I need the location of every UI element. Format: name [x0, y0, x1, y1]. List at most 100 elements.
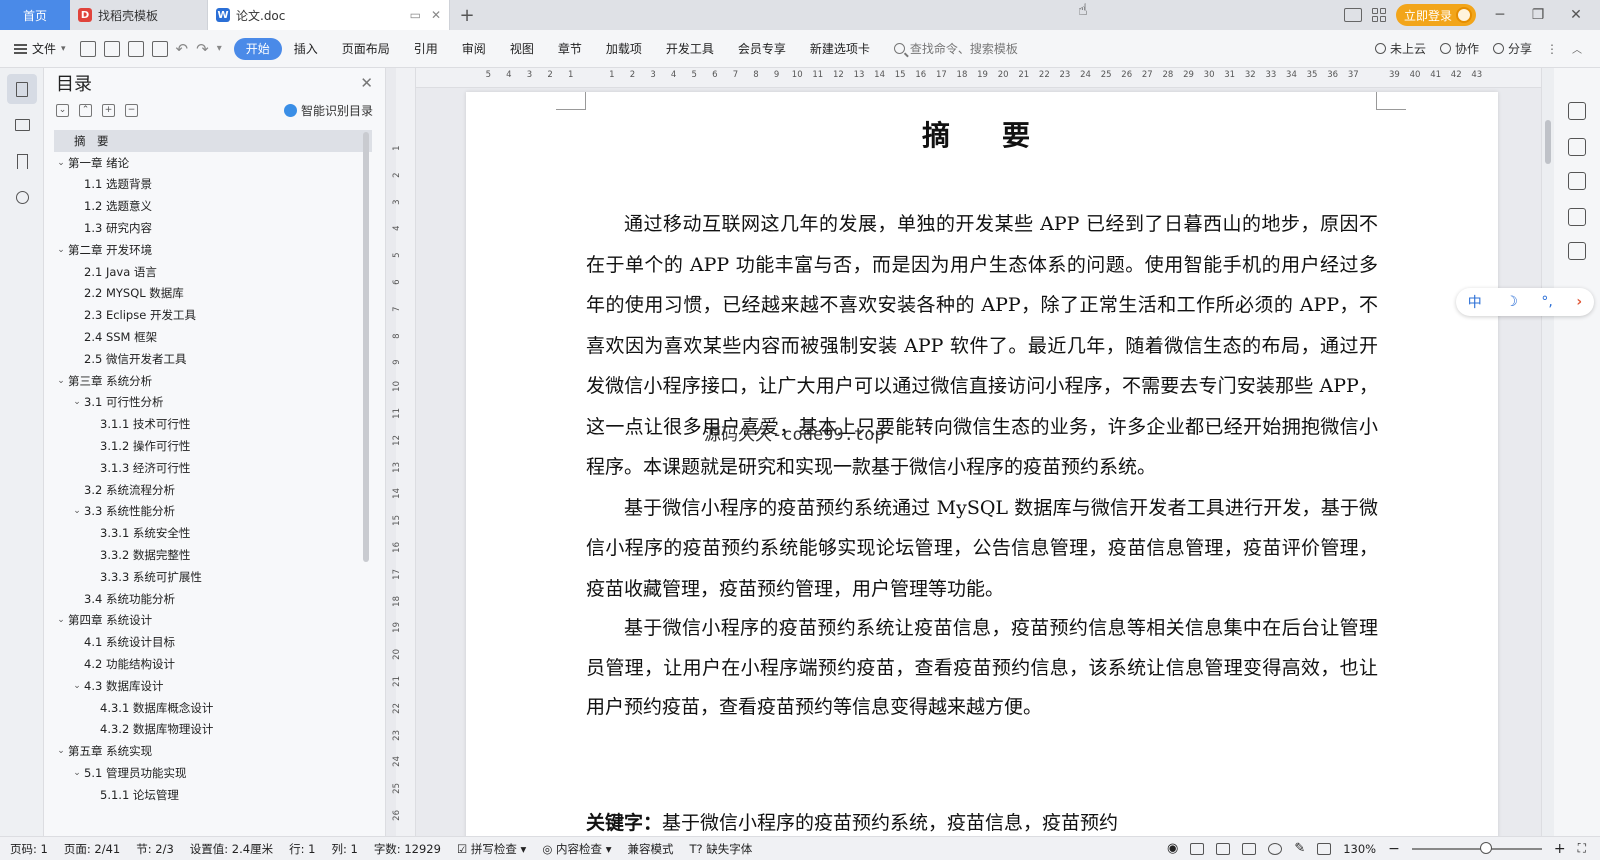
status-setting[interactable]: 设置值: 2.4厘米: [190, 841, 273, 857]
toc-item[interactable]: 3.1.3 经济可行性: [54, 457, 372, 479]
tab-review[interactable]: 审阅: [450, 38, 498, 60]
navigation-panel-button[interactable]: [7, 110, 37, 140]
content-check-button[interactable]: ◎ 内容检查 ▾: [542, 841, 611, 857]
chevron-down-icon[interactable]: ⌄: [70, 397, 84, 407]
expand-all-icon[interactable]: ⌄: [56, 103, 69, 117]
reading-view-icon[interactable]: [1242, 842, 1257, 855]
toc-item[interactable]: ⌄ 5.1 管理员功能实现: [54, 762, 372, 784]
tab-view[interactable]: 视图: [498, 38, 546, 60]
zoom-out-icon[interactable]: −: [1388, 841, 1400, 857]
pin-tab-icon[interactable]: ▭: [410, 8, 421, 22]
translate-icon[interactable]: [1568, 242, 1586, 260]
moon-icon[interactable]: ☽: [1505, 294, 1518, 310]
page-view-icon[interactable]: [1190, 842, 1205, 855]
toc-item[interactable]: 1.1 选题背景: [54, 174, 372, 196]
fullscreen-icon[interactable]: ⛶: [1578, 841, 1586, 856]
collapse-all-icon[interactable]: ⌃: [79, 103, 92, 117]
status-page[interactable]: 页面: 2/41: [64, 841, 120, 857]
tab-home-ribbon[interactable]: 开始: [233, 37, 282, 60]
toc-item[interactable]: 4.3.1 数据库概念设计: [54, 697, 372, 719]
abstract-body[interactable]: 通过移动互联网这几年的发展，单独的开发某些 APP 已经到了日暮西山的地步，原因…: [586, 204, 1378, 728]
chevron-down-icon[interactable]: ⌄: [54, 245, 68, 255]
toc-item[interactable]: 3.3.1 系统安全性: [54, 522, 372, 544]
toc-item[interactable]: ⌄ 3.1 可行性分析: [54, 392, 372, 414]
toc-panel-button[interactable]: [7, 74, 37, 104]
undo-icon[interactable]: ↶: [176, 40, 189, 58]
export-pdf-icon[interactable]: [103, 40, 120, 57]
status-word-count[interactable]: 字数: 12929: [374, 841, 441, 857]
toc-item[interactable]: 4.2 功能结构设计: [54, 653, 372, 675]
print-icon[interactable]: [127, 40, 144, 57]
chevron-down-icon[interactable]: ⌄: [70, 506, 84, 516]
fit-page-icon[interactable]: [1317, 842, 1332, 855]
restore-icon[interactable]: ❐: [1524, 7, 1552, 23]
more-options-icon[interactable]: ⋮: [1546, 42, 1558, 56]
ime-expand-icon[interactable]: ›: [1576, 294, 1582, 310]
horizontal-ruler[interactable]: 5 4 3 2 1 1 2 3 4 5 6 7 8 9 10 11 12 13 14 15 16 17 18 19 20 21 22…: [416, 68, 1541, 88]
status-col[interactable]: 列: 1: [331, 841, 357, 857]
bookmark-panel-button[interactable]: [7, 146, 37, 176]
save-icon[interactable]: [79, 40, 96, 57]
tab-new[interactable]: 新建选项卡: [798, 38, 882, 60]
toc-item[interactable]: 2.3 Eclipse 开发工具: [54, 304, 372, 326]
zoom-level[interactable]: 130%: [1343, 842, 1376, 856]
ime-language-toggle[interactable]: 中: [1468, 292, 1482, 312]
status-section[interactable]: 节: 2/3: [136, 841, 174, 857]
chevron-down-icon[interactable]: ⌄: [54, 158, 68, 168]
document-canvas[interactable]: 摘 要 通过移动互联网这几年的发展，单独的开发某些 APP 已经到了日暮西山的地…: [416, 88, 1541, 836]
outline-view-icon[interactable]: [1216, 842, 1231, 855]
print-preview-icon[interactable]: [151, 40, 168, 57]
toc-item[interactable]: 2.4 SSM 框架: [54, 326, 372, 348]
chevron-down-icon[interactable]: ⌄: [54, 615, 68, 625]
tab-section[interactable]: 章节: [546, 38, 594, 60]
tab-developer[interactable]: 开发工具: [654, 38, 726, 60]
toc-item[interactable]: ⌄ 第四章 系统设计: [54, 610, 372, 632]
web-view-icon[interactable]: [1268, 842, 1283, 855]
toc-item[interactable]: ⌄ 第一章 绪论: [54, 152, 372, 174]
toc-item[interactable]: 2.1 Java 语言: [54, 261, 372, 283]
minimize-icon[interactable]: ─: [1486, 7, 1514, 23]
image-tool-icon[interactable]: [1568, 208, 1586, 226]
toc-item[interactable]: ⌄ 4.3 数据库设计: [54, 675, 372, 697]
toc-item[interactable]: 3.1.1 技术可行性: [54, 413, 372, 435]
scrollbar-thumb[interactable]: [1545, 120, 1551, 164]
smart-toc-button[interactable]: 智能识别目录: [283, 102, 373, 119]
zoom-slider[interactable]: [1411, 841, 1542, 854]
tab-template[interactable]: D 找稻壳模板: [70, 0, 208, 30]
properties-icon[interactable]: [1568, 172, 1586, 190]
toc-item[interactable]: 4.3.2 数据库物理设计: [54, 719, 372, 741]
toc-item[interactable]: 摘 要: [54, 130, 372, 152]
tab-document[interactable]: W 论文.doc ▭ ✕: [208, 0, 450, 30]
close-icon[interactable]: ✕: [360, 74, 373, 92]
add-heading-icon[interactable]: +: [102, 103, 115, 117]
toc-item[interactable]: 3.3.3 系统可扩展性: [54, 566, 372, 588]
toc-item[interactable]: 3.2 系统流程分析: [54, 479, 372, 501]
document-scrollbar[interactable]: [1542, 68, 1554, 836]
command-search[interactable]: 查找命令、搜索模板: [893, 40, 1018, 57]
tab-member[interactable]: 会员专享: [726, 38, 798, 60]
share-button[interactable]: 分享: [1492, 40, 1532, 57]
tab-references[interactable]: 引用: [402, 38, 450, 60]
toc-item[interactable]: 4.1 系统设计目标: [54, 631, 372, 653]
collapse-ribbon-icon[interactable]: ︿: [1572, 41, 1582, 56]
chevron-down-icon[interactable]: ⌄: [54, 746, 68, 756]
toc-item[interactable]: ⌄ 3.3 系统性能分析: [54, 501, 372, 523]
close-window-icon[interactable]: ✕: [1562, 7, 1590, 23]
eye-protection-icon[interactable]: ◉: [1167, 841, 1178, 856]
status-row[interactable]: 行: 1: [289, 841, 315, 857]
chevron-down-icon[interactable]: ⌄: [54, 376, 68, 386]
punctuation-icon[interactable]: °,: [1541, 294, 1552, 310]
status-page-number[interactable]: 页码: 1: [10, 841, 48, 857]
toc-item[interactable]: 2.2 MYSQL 数据库: [54, 283, 372, 305]
home-tab[interactable]: 首页: [0, 0, 70, 30]
close-tab-icon[interactable]: ✕: [431, 8, 441, 22]
find-panel-button[interactable]: [7, 182, 37, 212]
toc-scrollbar[interactable]: [363, 132, 369, 562]
toc-item[interactable]: 1.2 选题意义: [54, 195, 372, 217]
layout-icon[interactable]: [1343, 8, 1362, 22]
document-page[interactable]: 摘 要 通过移动互联网这几年的发展，单独的开发某些 APP 已经到了日暮西山的地…: [466, 92, 1498, 836]
collaborate-button[interactable]: 协作: [1439, 40, 1479, 57]
quick-access-more-icon[interactable]: ▾: [217, 43, 222, 54]
zoom-in-icon[interactable]: +: [1554, 841, 1566, 857]
remove-heading-icon[interactable]: −: [125, 103, 138, 117]
